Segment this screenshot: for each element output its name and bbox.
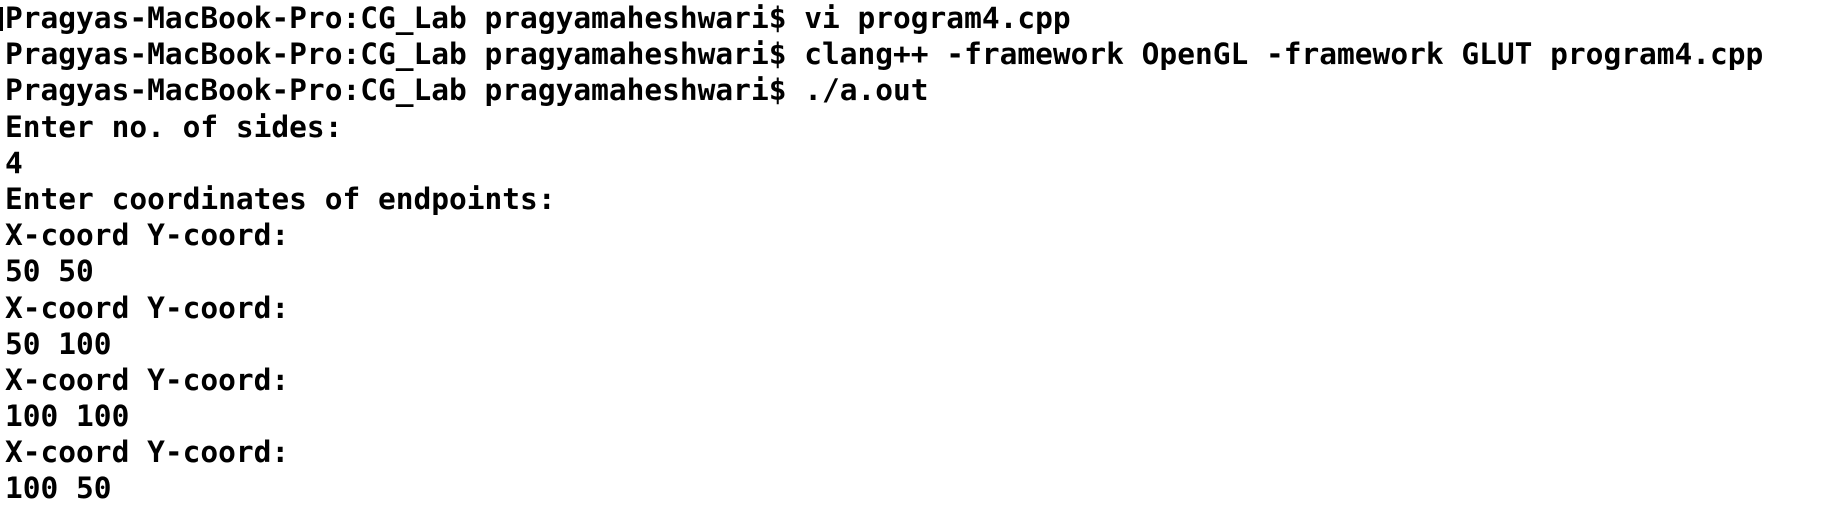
- selection-marker: [0, 7, 3, 31]
- terminal-line-output: X-coord Y-coord:: [5, 362, 290, 397]
- terminal-window[interactable]: Pragyas-MacBook-Pro:CG_Lab pragyamaheshw…: [0, 0, 1826, 506]
- terminal-line-output: Enter coordinates of endpoints:: [5, 181, 556, 216]
- terminal-line-output: X-coord Y-coord:: [5, 435, 290, 470]
- terminal-line-prompt-vi: Pragyas-MacBook-Pro:CG_Lab pragyamaheshw…: [5, 1, 1071, 35]
- terminal-line-input: 4: [5, 145, 23, 180]
- terminal-line-prompt-run: Pragyas-MacBook-Pro:CG_Lab pragyamaheshw…: [5, 73, 929, 108]
- terminal-line-prompt-clang: Pragyas-MacBook-Pro:CG_Lab pragyamaheshw…: [5, 37, 1764, 72]
- terminal-line-input: 50 50: [5, 254, 94, 289]
- terminal-line-input: 100 50: [5, 471, 112, 506]
- terminal-line-output: Enter no. of sides:: [5, 109, 343, 144]
- terminal-line-input: 50 100: [5, 326, 112, 361]
- terminal-line-output: X-coord Y-coord:: [5, 218, 290, 253]
- terminal-line-input: 100 100: [5, 399, 130, 434]
- terminal-line-output: X-coord Y-coord:: [5, 290, 290, 325]
